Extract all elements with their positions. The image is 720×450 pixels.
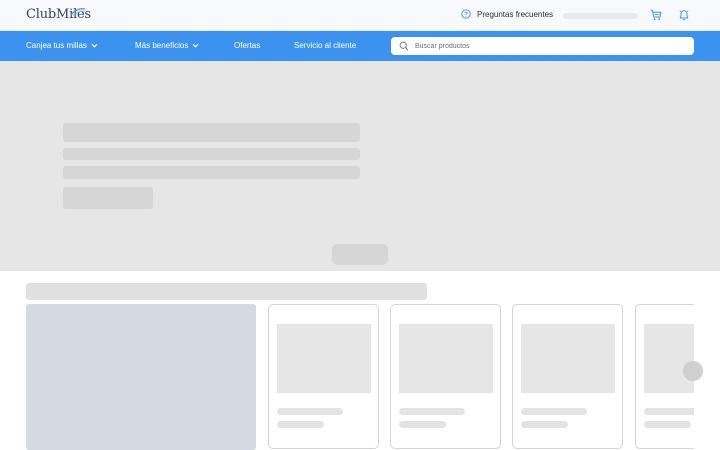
faq-link[interactable]: Preguntas frecuentes	[461, 9, 553, 19]
bell-icon[interactable]	[678, 9, 690, 21]
nav-item-beneficios[interactable]: Más beneficios	[135, 41, 199, 50]
search-icon	[399, 41, 409, 51]
search-input[interactable]	[415, 42, 675, 50]
hero-text-skeleton	[63, 166, 360, 179]
nav-item-label: Más beneficios	[135, 41, 189, 50]
search-bar[interactable]	[391, 37, 694, 55]
nav-item-label: Ofertas	[234, 41, 261, 50]
chevron-down-icon	[91, 43, 98, 48]
help-circle-icon	[461, 9, 471, 19]
nav-item-ofertas[interactable]: Ofertas	[234, 41, 260, 50]
product-price-skeleton	[644, 421, 691, 428]
product-image-skeleton	[644, 324, 694, 393]
hero-banner-skeleton	[0, 61, 720, 271]
carousel-viewport	[0, 300, 694, 450]
user-name-skeleton	[563, 13, 638, 19]
chevron-down-icon	[192, 43, 199, 48]
nav-item-label: Servicio al cliente	[294, 41, 357, 50]
top-header: ClubMiles Preguntas frecuentes	[0, 0, 720, 31]
nav-item-canjea[interactable]: Canjea tus millas	[26, 41, 98, 50]
carousel-next-button[interactable]	[683, 361, 703, 381]
faq-label: Preguntas frecuentes	[477, 9, 554, 19]
main-nav: Canjea tus millas Más beneficios Ofertas…	[0, 31, 720, 61]
carousel-dots-skeleton	[332, 244, 388, 265]
section-title-skeleton	[26, 283, 427, 300]
nav-item-servicio[interactable]: Servicio al cliente	[294, 41, 356, 50]
nav-item-label: Canjea tus millas	[26, 41, 87, 50]
hero-title-skeleton	[63, 123, 360, 142]
shopping-cart-icon[interactable]	[650, 9, 662, 21]
product-name-skeleton	[644, 408, 694, 415]
logo-swoosh-icon	[70, 8, 86, 16]
hero-text-skeleton	[63, 148, 360, 160]
hero-button-skeleton	[63, 187, 153, 209]
